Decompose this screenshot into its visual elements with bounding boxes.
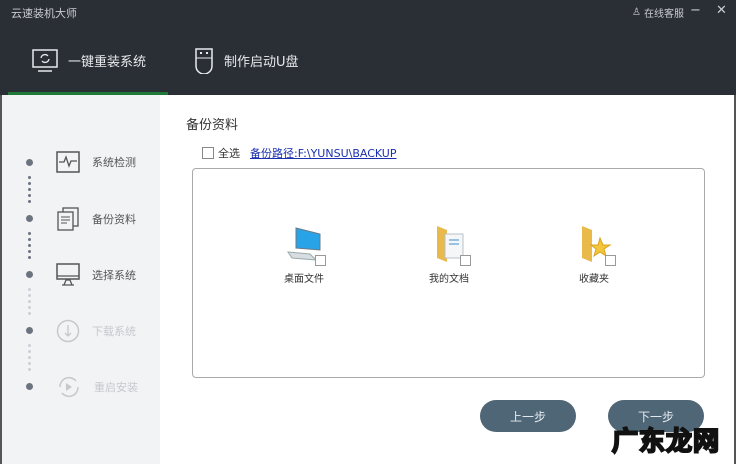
minimize-button[interactable]: − (690, 3, 701, 18)
documents-icon (57, 207, 79, 231)
tab-make-usb[interactable]: 制作启动U盘 (194, 26, 299, 95)
usb-drive-icon (195, 47, 213, 74)
step-dot (26, 159, 33, 166)
close-button[interactable]: ✕ (716, 3, 727, 18)
previous-step-button[interactable]: 上一步 (480, 400, 576, 432)
app-title: 云速装机大师 (11, 7, 77, 20)
select-all-label[interactable]: 全选 (218, 145, 240, 161)
item-label: 我的文档 (429, 274, 469, 285)
tab-label: 一键重装系统 (68, 55, 147, 70)
step-dot (26, 271, 33, 278)
step-system-check: 系统检测 (56, 151, 136, 173)
backup-item-documents[interactable]: 我的文档 (409, 224, 489, 285)
step-label: 下载系统 (92, 325, 136, 338)
backup-item-favorites[interactable]: 收藏夹 (554, 224, 634, 285)
tab-label: 制作启动U盘 (224, 55, 299, 70)
download-icon (56, 319, 80, 343)
step-download: 下载系统 (56, 319, 136, 343)
step-label: 选择系统 (92, 269, 136, 282)
restart-icon (59, 376, 79, 398)
online-support-link[interactable]: ♙ 在线客服 (632, 5, 684, 20)
support-label: 在线客服 (643, 9, 684, 20)
step-dot (26, 383, 33, 390)
step-label: 系统检测 (92, 156, 136, 169)
step-backup: 备份资料 (56, 207, 136, 231)
documents-checkbox[interactable] (460, 255, 471, 266)
step-label: 重启安装 (94, 381, 138, 394)
backup-items-panel: 桌面文件 我的文档 收藏夹 (192, 168, 705, 378)
steps-sidebar: 系统检测 备份资料 选择系统 下载系统 重启安装 (2, 95, 160, 464)
monitor-icon (56, 263, 80, 286)
main-nav: 一键重装系统 制作启动U盘 (0, 26, 736, 95)
select-row: 全选 备份路径:F:\YUNSU\BACKUP (202, 145, 397, 161)
backup-item-desktop[interactable]: 桌面文件 (264, 224, 344, 285)
watermark: 广东龙网 (611, 426, 721, 458)
step-choose-system: 选择系统 (56, 263, 136, 287)
tab-reinstall-system[interactable]: 一键重装系统 (8, 26, 168, 95)
qq-icon: ♙ (632, 7, 641, 18)
step-dot (26, 327, 33, 334)
backup-path-link[interactable]: 备份路径:F:\YUNSU\BACKUP (250, 145, 397, 161)
step-label: 备份资料 (92, 213, 136, 226)
step-restart-install: 重启安装 (56, 375, 138, 399)
favorites-checkbox[interactable] (605, 255, 616, 266)
item-label: 收藏夹 (579, 274, 609, 285)
item-label: 桌面文件 (284, 274, 324, 285)
desktop-checkbox[interactable] (315, 255, 326, 266)
pulse-icon (56, 151, 80, 173)
select-all-checkbox[interactable] (202, 147, 214, 159)
page-title: 备份资料 (186, 118, 239, 133)
step-dot (26, 215, 33, 222)
title-bar: 云速装机大师 ♙ 在线客服 − ✕ (0, 0, 736, 26)
monitor-refresh-icon (32, 48, 58, 72)
window-body: 系统检测 备份资料 选择系统 下载系统 重启安装 备份资料 全选 备份路径:F:… (0, 95, 736, 464)
